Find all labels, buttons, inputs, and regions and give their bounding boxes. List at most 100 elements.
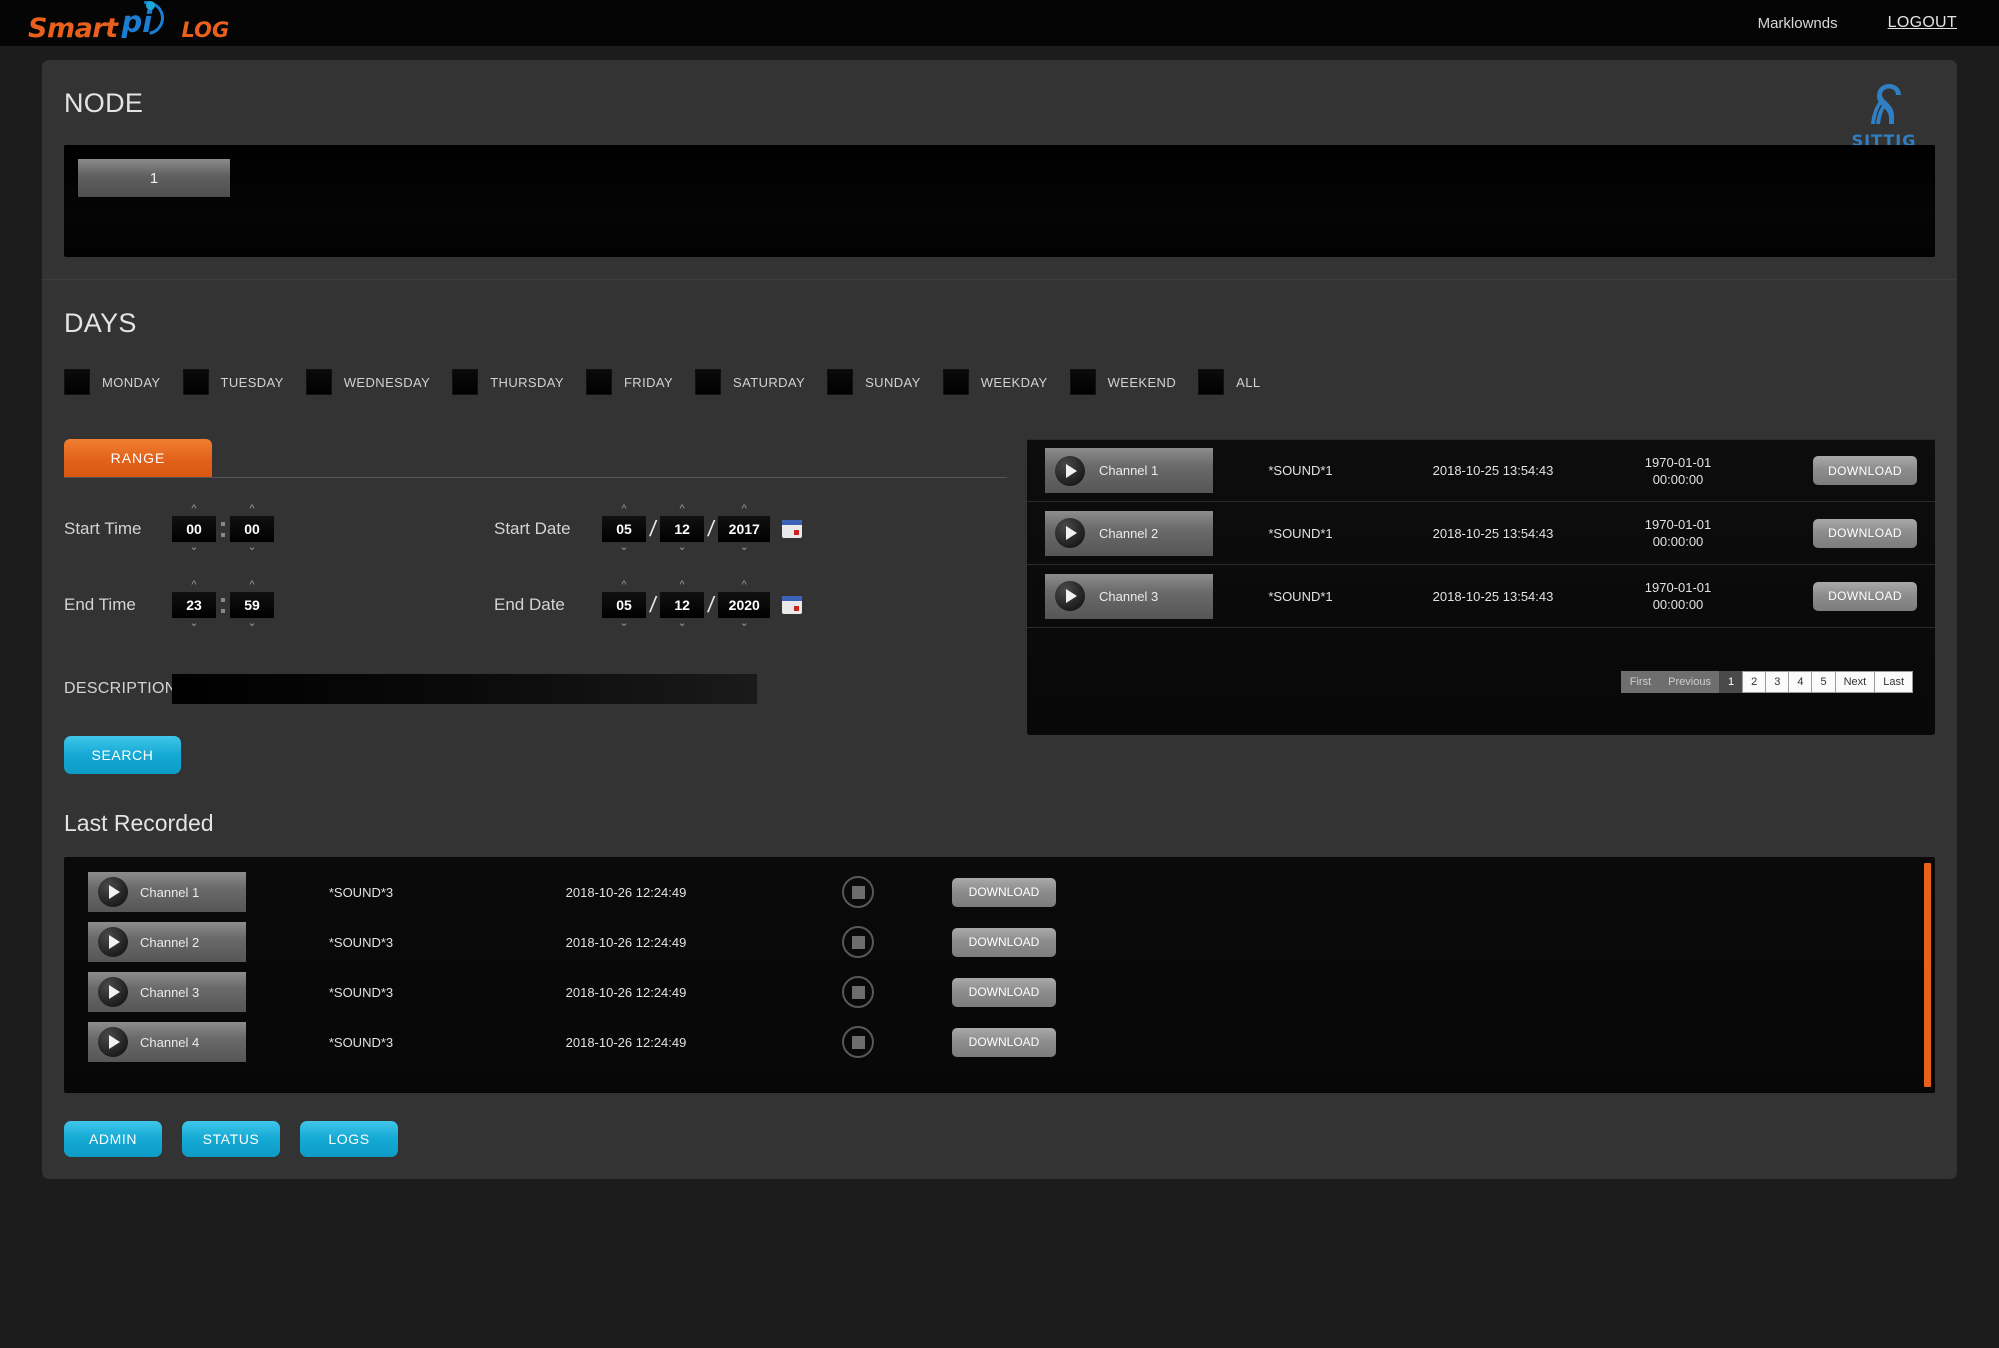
- end-minute-input[interactable]: 59: [230, 592, 274, 618]
- download-button[interactable]: DOWNLOAD: [1813, 518, 1917, 548]
- play-last-channel-3-button[interactable]: Channel 3: [88, 972, 246, 1012]
- start-minute-spinner[interactable]: ^ 00 ⌄: [230, 504, 274, 554]
- end-month-input[interactable]: 12: [660, 592, 705, 618]
- start-month-spinner[interactable]: ^ 12 ⌄: [660, 504, 705, 554]
- start-day-up-icon[interactable]: ^: [621, 504, 626, 516]
- checkbox-wednesday[interactable]: [305, 369, 332, 395]
- page-last[interactable]: Last: [1874, 670, 1913, 693]
- page-3[interactable]: 3: [1765, 670, 1790, 693]
- checkbox-all[interactable]: [1198, 369, 1225, 395]
- end-hour-up-icon[interactable]: ^: [191, 580, 196, 592]
- stop-button[interactable]: [842, 976, 874, 1008]
- end-day-down-icon[interactable]: ⌄: [619, 618, 628, 630]
- start-month-input[interactable]: 12: [660, 516, 705, 542]
- end-day-input[interactable]: 05: [602, 592, 646, 618]
- day-item-tuesday[interactable]: TUESDAY: [182, 369, 284, 395]
- start-minute-down-icon[interactable]: ⌄: [247, 542, 256, 554]
- end-year-input[interactable]: 2020: [718, 592, 771, 618]
- end-month-down-icon[interactable]: ⌄: [678, 618, 687, 630]
- checkbox-weekend[interactable]: [1069, 369, 1096, 395]
- scrollbar-thumb[interactable]: [1924, 863, 1931, 1087]
- admin-button[interactable]: ADMIN: [64, 1121, 162, 1157]
- start-hour-input[interactable]: 00: [172, 516, 216, 542]
- stop-button[interactable]: [842, 1026, 874, 1058]
- day-item-weekday[interactable]: WEEKDAY: [942, 369, 1048, 395]
- start-month-up-icon[interactable]: ^: [680, 504, 685, 516]
- start-day-down-icon[interactable]: ⌄: [619, 542, 628, 554]
- start-year-down-icon[interactable]: ⌄: [740, 542, 749, 554]
- day-item-monday[interactable]: MONDAY: [64, 369, 161, 395]
- checkbox-sunday[interactable]: [827, 369, 854, 395]
- day-item-wednesday[interactable]: WEDNESDAY: [305, 369, 430, 395]
- checkbox-thursday[interactable]: [452, 369, 479, 395]
- page-4[interactable]: 4: [1788, 670, 1813, 693]
- checkbox-friday[interactable]: [585, 369, 612, 395]
- download-button[interactable]: DOWNLOAD: [1813, 581, 1917, 611]
- start-hour-spinner[interactable]: ^ 00 ⌄: [172, 504, 216, 554]
- calendar-icon-end[interactable]: [782, 596, 803, 614]
- end-month-up-icon[interactable]: ^: [680, 580, 685, 592]
- download-button[interactable]: DOWNLOAD: [952, 1027, 1056, 1057]
- end-hour-spinner[interactable]: ^ 23 ⌄: [172, 580, 216, 630]
- start-year-up-icon[interactable]: ^: [742, 504, 747, 516]
- download-button[interactable]: DOWNLOAD: [952, 927, 1056, 957]
- day-item-saturday[interactable]: SATURDAY: [695, 369, 805, 395]
- stop-button[interactable]: [842, 926, 874, 958]
- download-button[interactable]: DOWNLOAD: [1813, 456, 1917, 485]
- play-last-channel-2-button[interactable]: Channel 2: [88, 922, 246, 962]
- start-month-down-icon[interactable]: ⌄: [678, 542, 687, 554]
- node-button-1[interactable]: 1: [78, 159, 230, 197]
- end-year-spinner[interactable]: ^ 2020 ⌄: [718, 580, 771, 630]
- logs-button[interactable]: LOGS: [300, 1121, 398, 1157]
- day-item-all[interactable]: ALL: [1198, 369, 1260, 395]
- page-1[interactable]: 1: [1718, 670, 1744, 693]
- stop-button[interactable]: [842, 876, 874, 908]
- play-channel-2-button[interactable]: Channel 2: [1045, 510, 1213, 556]
- start-year-spinner[interactable]: ^ 2017 ⌄: [718, 504, 771, 554]
- play-last-channel-1-button[interactable]: Channel 1: [88, 872, 246, 912]
- page-previous[interactable]: Previous: [1659, 670, 1720, 693]
- day-item-weekend[interactable]: WEEKEND: [1069, 369, 1177, 395]
- day-item-thursday[interactable]: THURSDAY: [452, 369, 564, 395]
- end-month-spinner[interactable]: ^ 12 ⌄: [660, 580, 705, 630]
- play-last-channel-4-button[interactable]: Channel 4: [88, 1022, 246, 1062]
- start-year-input[interactable]: 2017: [718, 516, 771, 542]
- end-year-up-icon[interactable]: ^: [742, 580, 747, 592]
- end-minute-down-icon[interactable]: ⌄: [247, 618, 256, 630]
- checkbox-saturday[interactable]: [695, 369, 722, 395]
- end-hour-down-icon[interactable]: ⌄: [189, 618, 198, 630]
- end-day-spinner[interactable]: ^ 05 ⌄: [602, 580, 646, 630]
- tab-range[interactable]: RANGE: [64, 439, 212, 477]
- end-day-up-icon[interactable]: ^: [621, 580, 626, 592]
- page-2[interactable]: 2: [1742, 670, 1767, 693]
- logout-link[interactable]: LOGOUT: [1888, 14, 1957, 32]
- checkbox-tuesday[interactable]: [182, 369, 209, 395]
- download-button[interactable]: DOWNLOAD: [952, 877, 1056, 907]
- end-hour-input[interactable]: 23: [172, 592, 216, 618]
- start-hour-down-icon[interactable]: ⌄: [189, 542, 198, 554]
- search-button[interactable]: SEARCH: [64, 736, 181, 774]
- start-hour-up-icon[interactable]: ^: [191, 504, 196, 516]
- calendar-icon-start[interactable]: [782, 520, 803, 538]
- day-item-friday[interactable]: FRIDAY: [585, 369, 673, 395]
- play-channel-3-button[interactable]: Channel 3: [1045, 573, 1213, 619]
- start-minute-input[interactable]: 00: [230, 516, 274, 542]
- download-button[interactable]: DOWNLOAD: [952, 977, 1056, 1007]
- page-next[interactable]: Next: [1834, 670, 1876, 693]
- play-channel-1-button[interactable]: Channel 1: [1045, 448, 1213, 493]
- checkbox-monday[interactable]: [64, 369, 90, 395]
- pagination-area: First Previous 1 2 3 4 5 Next Last: [1027, 628, 1935, 735]
- start-day-spinner[interactable]: ^ 05 ⌄: [602, 504, 646, 554]
- status-button[interactable]: STATUS: [182, 1121, 280, 1157]
- checkbox-weekday[interactable]: [942, 369, 969, 395]
- start-minute-up-icon[interactable]: ^: [249, 504, 254, 516]
- description-input[interactable]: [172, 674, 757, 704]
- end-minute-spinner[interactable]: ^ 59 ⌄: [230, 580, 274, 630]
- start-day-input[interactable]: 05: [602, 516, 646, 542]
- page-5[interactable]: 5: [1811, 670, 1836, 693]
- description-field: DESCRIPTION: [64, 674, 1007, 704]
- page-first[interactable]: First: [1620, 670, 1661, 693]
- end-year-down-icon[interactable]: ⌄: [740, 618, 749, 630]
- day-item-sunday[interactable]: SUNDAY: [827, 369, 921, 395]
- end-minute-up-icon[interactable]: ^: [249, 580, 254, 592]
